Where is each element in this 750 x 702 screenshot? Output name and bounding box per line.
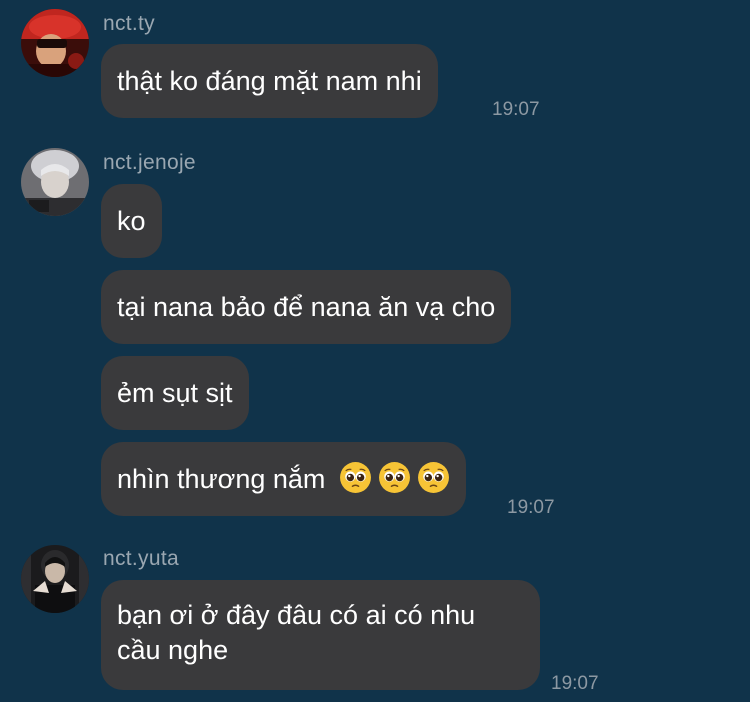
message-text: ko [117, 206, 146, 236]
user-avatar-nct-jenoje[interactable] [21, 148, 89, 216]
message-text: tại nana bảo để nana ăn vạ cho [117, 292, 496, 322]
username[interactable]: nct.yuta [103, 547, 179, 571]
message-text: ẻm sụt sịt [117, 378, 233, 408]
pleading-face-icon [417, 461, 450, 494]
username[interactable]: nct.ty [103, 12, 155, 36]
pleading-face-icon [339, 461, 372, 494]
avatar-red-icon [21, 9, 89, 77]
message-timestamp: 19:07 [551, 673, 599, 694]
user-avatar-nct-ty[interactable] [21, 9, 89, 77]
message-bubble[interactable]: tại nana bảo để nana ăn vạ cho [101, 270, 512, 344]
chat-thread: nct.ty thật ko đáng mặt nam nhi 19:07 nc… [0, 0, 750, 702]
pleading-face-icon [378, 461, 411, 494]
message-bubble[interactable]: ko [101, 184, 162, 258]
avatar-gray-icon [21, 148, 89, 216]
message-bubble[interactable]: thật ko đáng mặt nam nhi [101, 44, 438, 118]
message-bubble[interactable]: nhìn thương nắm [101, 442, 466, 516]
message-bubble[interactable]: bạn ơi ở đây đâu có ai có nhu cầu nghe [101, 580, 540, 690]
message-text: thật ko đáng mặt nam nhi [117, 66, 422, 96]
avatar-dark-icon [21, 545, 89, 613]
message-timestamp: 19:07 [507, 497, 555, 518]
message-text: bạn ơi ở đây đâu có ai có nhu cầu nghe [117, 600, 476, 665]
user-avatar-nct-yuta[interactable] [21, 545, 89, 613]
message-bubble[interactable]: ẻm sụt sịt [101, 356, 249, 430]
message-timestamp: 19:07 [492, 99, 540, 120]
username[interactable]: nct.jenoje [103, 151, 196, 175]
message-text: nhìn thương nắm [117, 464, 326, 494]
